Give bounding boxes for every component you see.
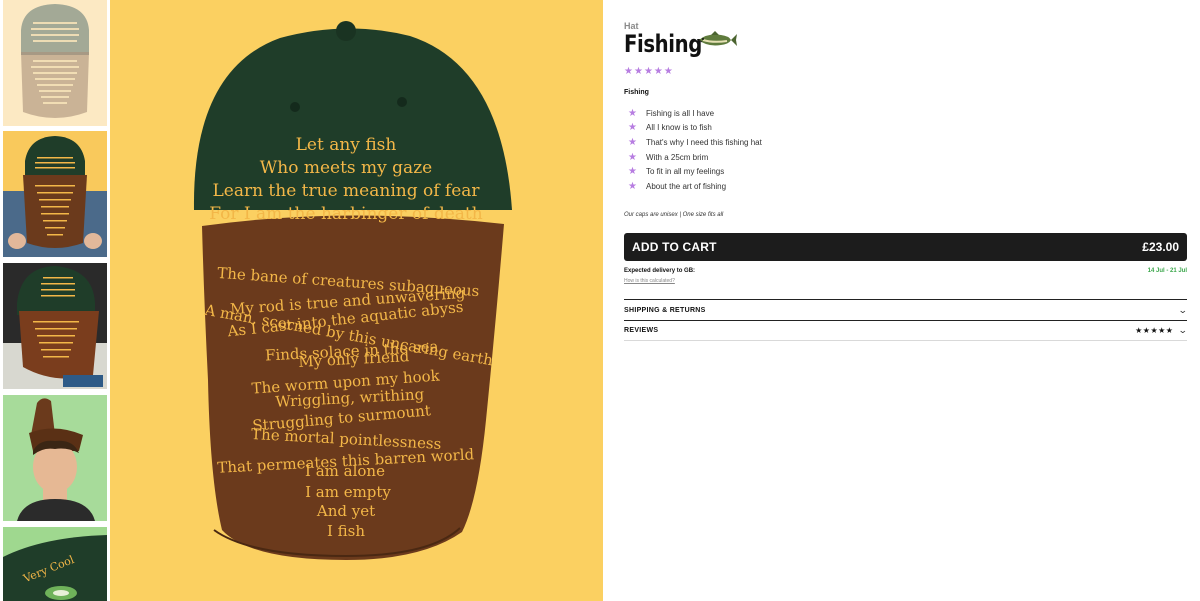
delivery-dates: 14 Jul - 21 Jul — [1147, 268, 1187, 274]
shipping-returns-accordion[interactable]: SHIPPING & RETURNS ⌄ — [624, 299, 1189, 320]
feature-item: ★ About the art of fishing — [628, 179, 762, 194]
cap-eyelet — [290, 102, 300, 112]
add-to-cart-label: ADD TO CART — [632, 240, 717, 254]
cap-detail-image: Very Cool — [3, 535, 107, 601]
delivery-label: Expected delivery to GB: — [624, 268, 696, 274]
feature-text: With a 25cm brim — [646, 152, 709, 162]
star-icon: ★ — [628, 122, 637, 134]
feature-text: To fit in all my feelings — [646, 167, 725, 177]
cap-eyelet — [397, 97, 407, 107]
feature-item: ★ All I know is to fish — [628, 121, 762, 136]
product-title: Fishing — [624, 30, 702, 58]
thumbnail-3[interactable] — [3, 263, 107, 389]
product-rating[interactable]: ★ ★ ★ ★ ★ — [624, 67, 673, 77]
thumbnail-gallery: Very Cool — [0, 0, 110, 601]
reviews-accordion[interactable]: REVIEWS ★★★★★ ⌄ — [624, 320, 1189, 341]
star-icon: ★ — [663, 66, 673, 77]
reviews-rating-stars: ★★★★★ — [1135, 326, 1174, 335]
thumbnail-5[interactable]: Very Cool — [3, 527, 107, 601]
feature-item: ★ That's why I need this fishing hat — [628, 135, 762, 150]
star-icon: ★ — [628, 107, 637, 119]
brim-line: I fish — [327, 522, 365, 540]
fish-icon — [698, 31, 737, 46]
brim-line: I am alone — [305, 462, 385, 480]
feature-item: ★ With a 25cm brim — [628, 150, 762, 165]
delivery-estimate: Expected delivery to GB: 14 Jul - 21 Jul — [624, 268, 1187, 274]
add-to-cart-button[interactable]: ADD TO CART £23.00 — [624, 233, 1187, 261]
accordion-label: REVIEWS — [624, 327, 659, 334]
star-icon: ★ — [628, 151, 637, 163]
product-page: Very Cool Let any fish Who meets my gaze… — [0, 0, 1200, 601]
crown-line: For I am the harbinger of death — [209, 204, 482, 224]
delivery-calc-link[interactable]: How is this calculated? — [624, 278, 675, 284]
star-icon: ★ — [628, 136, 637, 148]
accordion-label: SHIPPING & RETURNS — [624, 306, 706, 314]
feature-text: About the art of fishing — [646, 181, 727, 191]
crown-line: Learn the true meaning of fear — [212, 181, 480, 201]
product-info-panel: Hat Fishing ★ ★ ★ ★ ★ Fishing ★ Fishing i… — [624, 0, 1189, 601]
crown-line: Let any fish — [296, 135, 397, 155]
feature-item: ★ Fishing is all I have — [628, 106, 762, 121]
model-looking-up-image — [17, 398, 95, 521]
cap-image: Let any fish Who meets my gaze Learn the… — [193, 21, 512, 560]
feature-text: All I know is to fish — [646, 123, 712, 133]
main-product-image: Let any fish Who meets my gaze Learn the… — [110, 0, 603, 601]
price: £23.00 — [1142, 240, 1179, 254]
star-icon: ★ — [653, 66, 663, 77]
star-icon: ★ — [628, 166, 637, 178]
brim-line: I am empty — [305, 483, 391, 501]
feature-text: Fishing is all I have — [646, 108, 715, 118]
star-icon: ★ — [643, 66, 653, 77]
chevron-down-icon: ⌄ — [1178, 325, 1189, 335]
chevron-down-icon: ⌄ — [1178, 304, 1189, 315]
sizing-note: Our caps are unisex | One size fits all — [624, 212, 724, 218]
feature-list: ★ Fishing is all I have ★ All I know is to… — [628, 106, 762, 194]
feature-text: That's why I need this fishing hat — [646, 137, 762, 147]
star-icon: ★ — [628, 180, 637, 192]
cap-front-thumbnail-image — [21, 4, 89, 118]
cap-button — [336, 21, 356, 41]
star-icon: ★ — [624, 66, 633, 77]
product-sub-label: Fishing — [624, 89, 649, 96]
model-wearing-cap-image — [3, 266, 107, 389]
thumbnail-4[interactable] — [3, 395, 107, 521]
crown-line: Who meets my gaze — [260, 158, 432, 178]
feature-item: ★ To fit in all my feelings — [628, 164, 762, 179]
model-holding-cap-image — [3, 136, 107, 257]
star-icon: ★ — [633, 66, 643, 77]
brim-line: And yet — [316, 502, 375, 520]
thumbnail-2[interactable] — [3, 131, 107, 257]
thumbnail-1[interactable] — [3, 0, 107, 126]
